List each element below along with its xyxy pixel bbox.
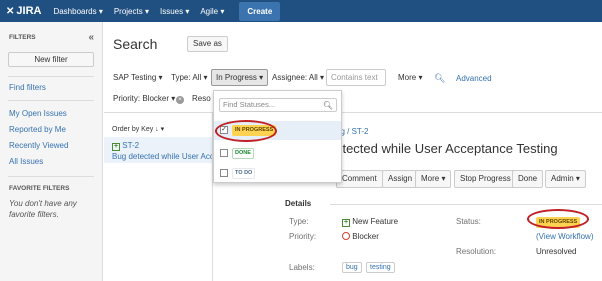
sidebar-divider xyxy=(8,76,94,77)
issue-title: detected while User Acceptance Testing xyxy=(328,141,558,156)
priority-filter[interactable]: Priority: Blocker ▾ xyxy=(113,94,175,103)
resolution-filter[interactable]: Reso xyxy=(192,94,211,103)
new-filter-button[interactable]: New filter xyxy=(8,52,94,67)
issue-list-pane: Order by Key ↓ ▾ + ST-2 Bug detected whi… xyxy=(104,113,213,281)
type-filter[interactable]: Type: All ▾ xyxy=(171,73,207,82)
details-divider xyxy=(330,204,602,205)
more-actions-button[interactable]: More ▾ xyxy=(415,170,452,188)
search-icon: 🔍︎ xyxy=(322,101,333,110)
status-lozenge: DONE xyxy=(232,148,254,159)
sidebar-item-reported-by-me[interactable]: Reported by Me xyxy=(0,125,102,134)
project-filter[interactable]: SAP Testing ▾ xyxy=(113,73,163,82)
filters-heading: FILTERS xyxy=(9,34,36,41)
details-heading: Details xyxy=(285,199,312,208)
find-filters-link[interactable]: Find filters xyxy=(0,83,102,92)
issue-summary[interactable]: Bug detected while User Acceptance Testi… xyxy=(112,152,212,161)
jira-logo[interactable]: ✕ JIRA xyxy=(6,5,41,17)
type-label: Type: xyxy=(289,217,309,226)
top-navigation-bar: ✕ JIRA Dashboards ▾ Projects ▾ Issues ▾ … xyxy=(0,0,602,22)
create-button[interactable]: Create xyxy=(239,1,281,21)
status-option-done[interactable]: DONE xyxy=(214,144,341,163)
label-chip[interactable]: testing xyxy=(366,262,395,273)
labels-label: Labels: xyxy=(289,263,315,272)
more-criteria-button[interactable]: More ▾ xyxy=(398,73,422,82)
page-title: Search xyxy=(113,36,158,52)
assign-button[interactable]: Assign xyxy=(382,170,419,188)
sidebar-item-recently-viewed[interactable]: Recently Viewed xyxy=(0,141,102,150)
search-icon[interactable]: 🔍︎ xyxy=(434,73,445,84)
list-item[interactable]: + ST-2 Bug detected while User Acceptanc… xyxy=(104,137,212,163)
status-label: Status: xyxy=(456,217,481,226)
resolution-label: Resolution: xyxy=(456,247,497,256)
status-option-to-do[interactable]: TO DO xyxy=(214,164,341,183)
done-button[interactable]: Done xyxy=(512,170,544,188)
contains-text-input[interactable]: Contains text xyxy=(326,69,386,86)
dropdown-highlight-ring xyxy=(215,120,277,142)
type-value: + New Feature xyxy=(342,217,399,227)
jira-logo-text: JIRA xyxy=(16,5,42,17)
new-feature-icon: + xyxy=(342,219,350,227)
priority-value: Blocker xyxy=(342,232,379,241)
stop-progress-button[interactable]: Stop Progress xyxy=(454,170,517,188)
search-main: Search Save as SAP Testing ▾ Type: All ▾… xyxy=(104,22,602,281)
sidebar-item-all-issues[interactable]: All Issues xyxy=(0,157,102,166)
order-by-selector[interactable]: Order by Key ↓ ▾ xyxy=(112,125,164,133)
priority-label: Priority: xyxy=(289,232,317,241)
nav-agile[interactable]: Agile ▾ xyxy=(200,7,224,16)
sidebar-divider xyxy=(8,176,94,177)
sidebar-divider xyxy=(8,100,94,101)
nav-projects[interactable]: Projects ▾ xyxy=(114,7,149,16)
issue-key[interactable]: + ST-2 xyxy=(112,141,139,151)
status-lozenge: TO DO xyxy=(232,168,256,179)
assignee-filter[interactable]: Assignee: All ▾ xyxy=(272,73,324,82)
favorite-filters-heading: FAVORITE FILTERS xyxy=(9,185,70,192)
sidebar-item-my-open-issues[interactable]: My Open Issues xyxy=(0,109,102,118)
find-statuses-input[interactable]: Find Statuses... 🔍︎ xyxy=(219,98,337,112)
label-chip[interactable]: bug xyxy=(342,262,362,273)
checkbox[interactable] xyxy=(220,169,228,177)
checkbox[interactable] xyxy=(220,149,228,157)
jira-logo-icon: ✕ xyxy=(6,5,15,17)
admin-button[interactable]: Admin ▾ xyxy=(545,170,586,188)
nav-issues[interactable]: Issues ▾ xyxy=(160,7,189,16)
filters-sidebar: FILTERS « New filter Find filters My Ope… xyxy=(0,22,103,281)
filters-header: FILTERS « xyxy=(0,22,102,43)
nav-dashboards[interactable]: Dashboards ▾ xyxy=(53,7,102,16)
resolution-value: Unresolved xyxy=(536,247,577,256)
blocker-icon xyxy=(342,232,350,240)
comment-button[interactable]: Comment xyxy=(336,170,383,188)
status-highlight-ring xyxy=(527,209,589,229)
status-filter[interactable]: In Progress ▾ xyxy=(211,69,269,86)
collapse-sidebar-icon[interactable]: « xyxy=(88,32,94,43)
view-workflow-link[interactable]: (View Workflow) xyxy=(536,232,594,241)
save-as-button[interactable]: Save as xyxy=(187,36,228,52)
remove-criteria-icon[interactable]: × xyxy=(176,94,184,104)
new-feature-icon: + xyxy=(112,143,120,151)
advanced-search-link[interactable]: Advanced xyxy=(456,74,492,83)
favorite-filters-empty-note: You don't have any favorite filters. xyxy=(9,199,77,219)
